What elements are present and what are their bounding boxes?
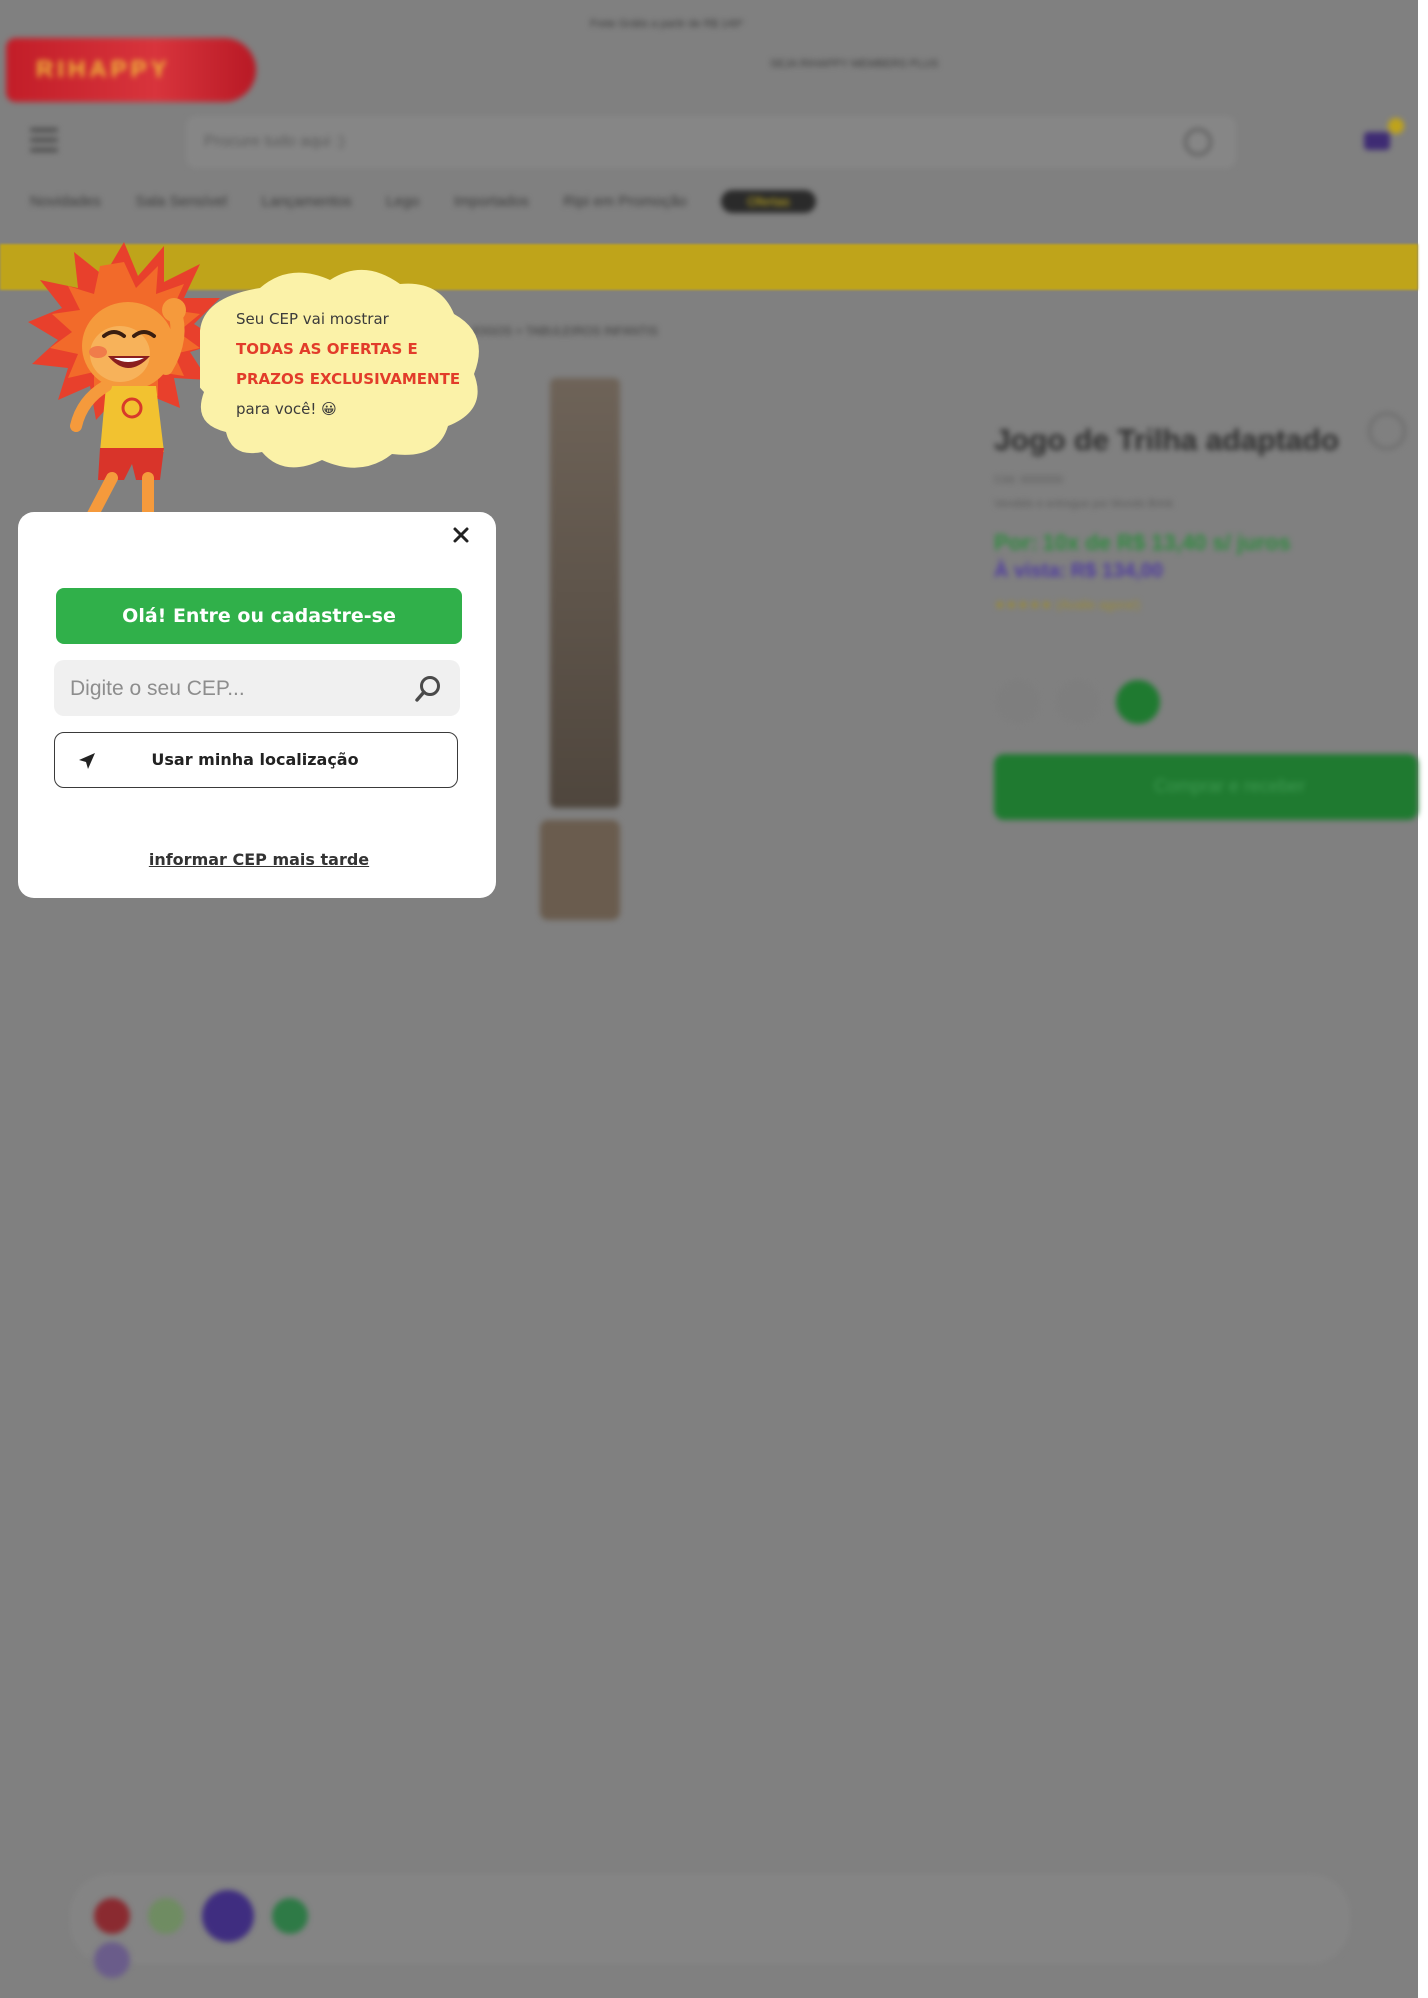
quantity-stepper (996, 680, 1196, 728)
product-code: Cód. 0000000 (994, 470, 1134, 486)
logo-text: RIHAPPY (36, 56, 171, 83)
nav-item: Importados (453, 193, 529, 210)
category-nav: Novidades Sala Sensível Lançamentos Lego… (30, 190, 1030, 213)
product-seller: Vendido e entregue por Mundo Brink (994, 494, 1294, 510)
installment-label: Por: (994, 530, 1038, 555)
members-link: SEJA RIHAPPY MEMBERS PLUS (770, 54, 970, 70)
use-location-label: Usar minha localização (151, 750, 359, 769)
cart-dock-icon (202, 1890, 254, 1942)
promo-text: Frete Grátis a partir de R$ 149* (590, 18, 744, 30)
product-pieces-image (540, 820, 620, 920)
nav-item: Lançamentos (261, 193, 352, 210)
nav-item: Sala Sensível (135, 193, 228, 210)
members-link-text: SEJA RIHAPPY MEMBERS PLUS (770, 58, 939, 70)
heart-icon (94, 1898, 130, 1934)
buy-button: Comprar e receber (994, 754, 1418, 820)
cep-prompt-highlight: TODAS AS OFERTAS E (236, 340, 418, 358)
cart-badge (1388, 118, 1404, 134)
chat-icon (94, 1942, 130, 1978)
nav-offers-pill: Ofertas (721, 190, 816, 213)
rating: ★★★★★ (Avalie agora!) (994, 596, 1274, 612)
nav-item: Ripi em Promoção (563, 193, 687, 210)
product-title-text: Jogo de Trilha adaptado (994, 424, 1340, 457)
store-logo: RIHAPPY (6, 38, 256, 102)
nav-item: Lego (386, 193, 420, 210)
login-signup-button[interactable]: Olá! Entre ou cadastre-se (56, 588, 462, 644)
cep-later-link[interactable]: informar CEP mais tarde (140, 850, 378, 869)
cep-prompt-line: Seu CEP vai mostrar (236, 310, 389, 328)
buy-label: Comprar e receber (1154, 776, 1306, 796)
product-image (550, 378, 620, 808)
close-icon (453, 527, 469, 543)
cep-prompt-line: para você! 😀 (236, 400, 337, 418)
right-edge (1418, 0, 1428, 1998)
promo-bar: Frete Grátis a partir de R$ 149* (590, 14, 830, 30)
plus-icon (1116, 680, 1160, 724)
breadcrumb-text: JOGOS > TABULEIROS INFANTIS (470, 324, 658, 338)
search-icon (415, 676, 440, 702)
site-search-placeholder: Procure tudo aqui :) (204, 133, 345, 150)
installment-price: Por: 10x de R$ 13,40 s/ juros (994, 530, 1418, 556)
product-seller-text: Vendido e entregue por Mundo Brink (994, 498, 1174, 510)
nav-item: Novidades (30, 193, 101, 210)
minus-icon (996, 680, 1040, 724)
product-code-text: Cód. 0000000 (994, 474, 1064, 486)
cep-prompt: Seu CEP vai mostrar TODAS AS OFERTAS E P… (236, 310, 476, 430)
page: Frete Grátis a partir de R$ 149* RIHAPPY… (0, 0, 1428, 1998)
installment-value: 10x de R$ 13,40 s/ juros (1042, 530, 1291, 555)
site-search-bar: Procure tudo aqui :) (186, 116, 1236, 168)
cash-value: R$ 134,00 (1070, 560, 1163, 582)
dock-icons (94, 1890, 374, 1978)
hamburger-menu-icon (30, 128, 58, 154)
whatsapp-icon (148, 1898, 184, 1934)
cash-price: À vista: R$ 134,00 (994, 560, 1254, 584)
use-location-button[interactable]: Usar minha localização (54, 732, 458, 788)
cart-icon (1364, 118, 1404, 154)
close-button[interactable] (446, 520, 476, 550)
quantity-value (1056, 680, 1100, 724)
cep-search-button[interactable] (412, 673, 444, 705)
mascot-illustration (28, 242, 222, 550)
share-icon (1368, 412, 1406, 450)
cep-prompt-highlight: PRAZOS EXCLUSIVAMENTE (236, 370, 461, 388)
cash-label: À vista: (994, 560, 1067, 582)
search-icon (1184, 128, 1212, 156)
gift-icon (272, 1898, 308, 1934)
rating-text: ★★★★★ (Avalie agora!) (994, 597, 1141, 612)
breadcrumb: JOGOS > TABULEIROS INFANTIS (470, 322, 710, 338)
product-title: Jogo de Trilha adaptado (994, 424, 1354, 458)
cep-input[interactable] (68, 670, 402, 708)
cep-field (54, 660, 460, 716)
